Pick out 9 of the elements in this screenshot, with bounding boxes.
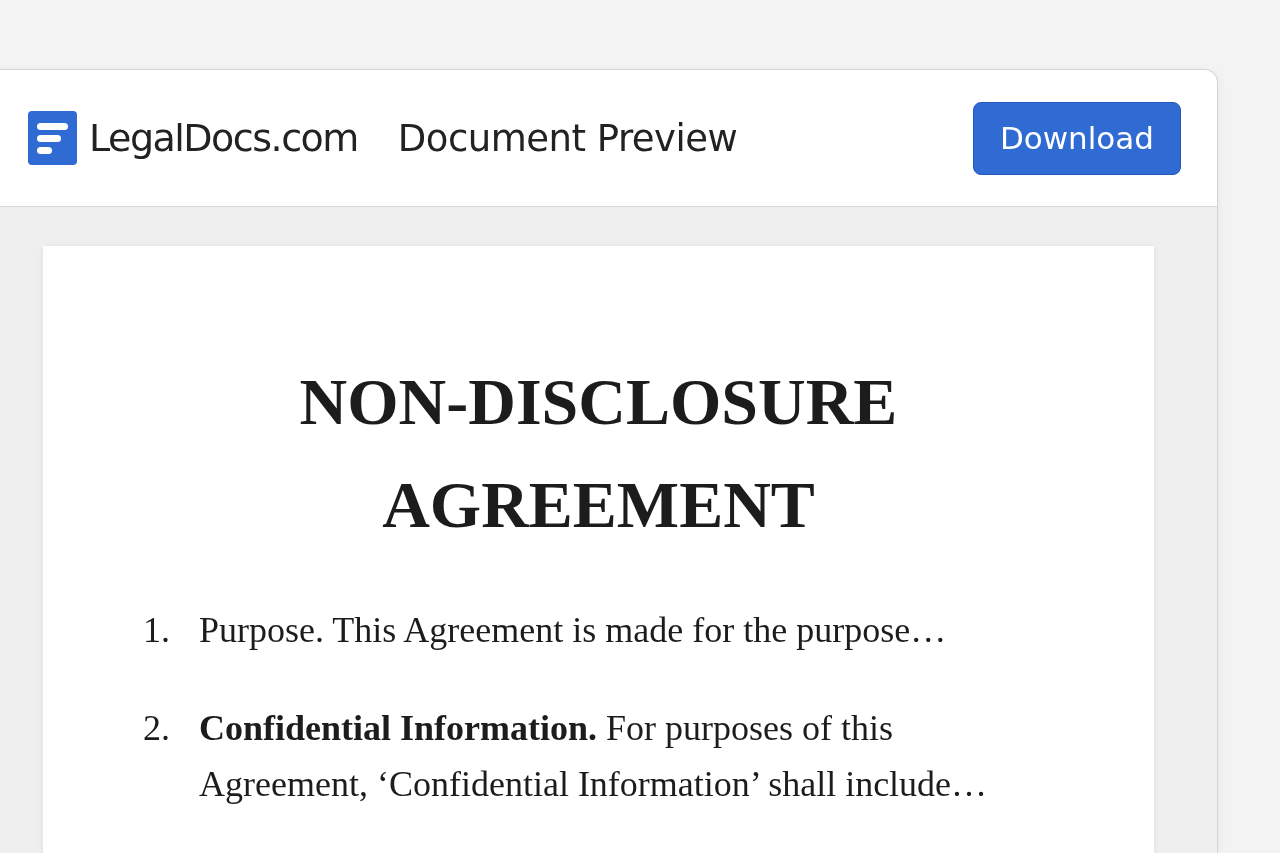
page-title: Document Preview <box>397 116 738 160</box>
clause-number: 2. <box>143 707 171 750</box>
document-title: NON-DISCLOSURE AGREEMENT <box>298 364 899 543</box>
clause-text: Purpose. This Agreement is made for the purpose… <box>199 609 947 652</box>
clause-number: 1. <box>143 609 171 652</box>
download-button[interactable]: Download <box>972 101 1181 175</box>
logo-icon <box>28 111 77 165</box>
brand-name: LegalDocs.com <box>89 116 358 160</box>
clause-text: Confidential Information. For purposes of this Agreement, ‘Confidential Information’ shall include… <box>199 707 989 806</box>
